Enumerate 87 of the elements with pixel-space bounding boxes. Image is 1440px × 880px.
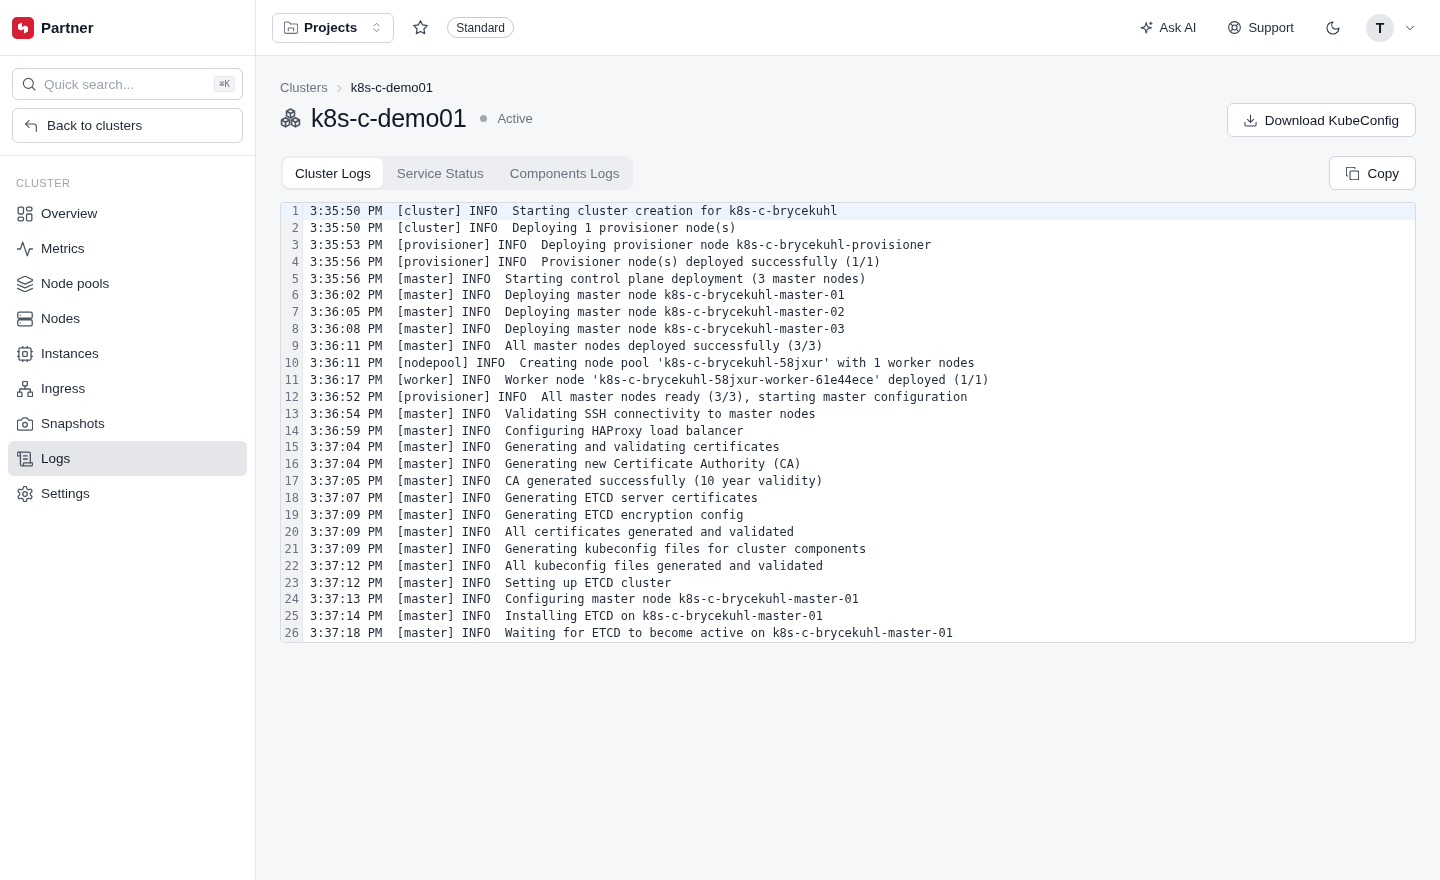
sidebar-item[interactable]: Settings (8, 476, 247, 511)
sidebar-item[interactable]: Snapshots (8, 406, 247, 441)
back-button[interactable]: Back to clusters (12, 108, 243, 143)
page-title: k8s-c-demo01 (311, 103, 467, 133)
tab[interactable]: Service Status (384, 158, 496, 188)
log-line: 3:37:09 PM [master] INFO All certificates generated and validated (309, 523, 796, 541)
sidebar-item[interactable]: Instances (8, 336, 247, 371)
line-number: 8 (281, 321, 303, 339)
log-line: 3:37:14 PM [master] INFO Installing ETCD on k8s-c-brycekuhl-master-01 (309, 608, 824, 626)
log-line: 3:37:09 PM [master] INFO Generating kubeconfig files for cluster components (309, 540, 868, 558)
shortcut-key: ⌘K (214, 76, 235, 92)
dashboard-icon (17, 205, 33, 222)
tab[interactable]: Components Logs (497, 158, 632, 188)
line-number: 9 (281, 338, 303, 355)
log-line: 3:36:11 PM [nodepool] INFO Creating node pool 'k8s-c-brycekuhl-58jxur' with 1 worker nodes (309, 355, 976, 372)
log-line: 3:36:08 PM [master] INFO Deploying master node k8s-c-brycekuhl-master-03 (309, 321, 846, 339)
search-icon (22, 77, 36, 91)
log-line: 3:37:07 PM [master] INFO Generating ETCD server certificates (309, 490, 759, 508)
line-number: 26 (281, 625, 303, 643)
line-number: 6 (281, 287, 303, 305)
sidebar-item[interactable]: Logs (8, 441, 247, 476)
layers-icon (17, 275, 33, 292)
log-line: 3:37:12 PM [master] INFO All kubeconfig files generated and validated (309, 557, 824, 575)
user-avatar[interactable]: T (1366, 13, 1394, 42)
brand-name: Partner (41, 19, 94, 36)
folder-icon (284, 20, 298, 35)
download-button[interactable]: Download KubeConfig (1226, 103, 1416, 137)
line-number: 16 (281, 456, 303, 474)
tab[interactable]: Cluster Logs (283, 158, 383, 188)
line-number: 17 (281, 473, 303, 491)
copy-icon (1346, 166, 1360, 180)
log-line: 3:37:12 PM [master] INFO Setting up ETCD cluster (309, 574, 673, 592)
status-text: Active (497, 110, 533, 126)
settings-icon (17, 485, 33, 502)
section-label: CLUSTER (16, 176, 71, 190)
log-line: 3:35:56 PM [master] INFO Starting control plane deployment (3 master nodes) (309, 270, 868, 288)
line-number: 24 (281, 591, 303, 609)
status-dot-icon (480, 114, 488, 122)
sidebar-item[interactable]: Metrics (8, 231, 247, 266)
log-line: 3:37:05 PM [master] INFO CA generated successfully (10 year validity) (309, 473, 824, 491)
log-line: 3:36:02 PM [master] INFO Deploying master node k8s-c-brycekuhl-master-01 (309, 287, 846, 305)
log-line: 3:35:53 PM [provisioner] INFO Deploying provisioner node k8s-c-brycekuhl-provisioner (309, 236, 933, 254)
line-number: 15 (281, 439, 303, 457)
log-line: 3:37:04 PM [master] INFO Generating and validating certificates (309, 439, 781, 457)
network-icon (17, 380, 33, 397)
scroll-icon (17, 450, 33, 467)
project-selector[interactable]: Projects (272, 12, 395, 43)
line-number: 1 (281, 203, 303, 220)
sparkles-icon (1139, 21, 1153, 34)
sidebar-item[interactable]: Nodes (8, 301, 247, 336)
logo-icon (12, 16, 34, 39)
chevrons-up-down-icon (371, 22, 383, 33)
line-number: 19 (281, 507, 303, 524)
sidebar-item[interactable]: Node pools (8, 266, 247, 301)
log-line: 3:35:50 PM [cluster] INFO Deploying 1 provisioner node(s) (309, 219, 738, 237)
line-number: 7 (281, 304, 303, 322)
log-line: 3:37:04 PM [master] INFO Generating new Certificate Authority (CA) (309, 456, 803, 474)
sidebar-item[interactable]: Ingress (8, 371, 247, 406)
cubes-icon (280, 107, 301, 129)
log-line: 3:36:59 PM [master] INFO Configuring HAProxy load balancer (309, 422, 745, 440)
line-number: 18 (281, 490, 303, 508)
star-icon[interactable] (413, 20, 429, 35)
log-line: 3:35:56 PM [provisioner] INFO Provisioner node(s) deployed successfully (1/1) (309, 253, 882, 271)
server-icon (17, 310, 33, 327)
download-icon (1243, 113, 1257, 127)
log-line: 3:37:18 PM [master] INFO Waiting for ETCD to become active on k8s-c-brycekuhl-master-01 (309, 625, 954, 643)
line-number: 10 (281, 355, 303, 372)
life-buoy-icon (1228, 21, 1242, 34)
log-line: 3:37:13 PM [master] INFO Configuring master node k8s-c-brycekuhl-master-01 (309, 591, 861, 609)
header-action[interactable]: Ask AI (1139, 20, 1197, 35)
sidebar-item[interactable]: Overview (8, 196, 247, 231)
moon-icon[interactable] (1326, 20, 1340, 35)
chip-icon (17, 345, 33, 362)
line-number: 25 (281, 608, 303, 626)
log-line: 3:37:09 PM [master] INFO Generating ETCD encryption config (309, 507, 745, 524)
breadcrumb-current: k8s-c-demo01 (350, 80, 434, 96)
breadcrumb-link[interactable]: Clusters (280, 80, 328, 96)
camera-icon (17, 415, 33, 432)
log-line: 3:36:52 PM [provisioner] INFO All master nodes ready (3/3), starting master configuration (309, 388, 969, 406)
log-line: 3:36:05 PM [master] INFO Deploying master node k8s-c-brycekuhl-master-02 (309, 304, 846, 322)
log-line: 3:36:54 PM [master] INFO Validating SSH connectivity to master nodes (309, 405, 817, 423)
header-action[interactable]: Support (1228, 20, 1294, 35)
activity-icon (17, 240, 33, 257)
back-arrow-icon (24, 118, 38, 133)
log-line: 3:36:17 PM [worker] INFO Worker node 'k8s-c-brycekuhl-58jxur-worker-61e44ece' deployed (1/1) (309, 371, 991, 389)
copy-button[interactable]: Copy (1329, 156, 1416, 190)
log-line: 3:36:11 PM [master] INFO All master nodes deployed successfully (3/3) (309, 338, 824, 355)
